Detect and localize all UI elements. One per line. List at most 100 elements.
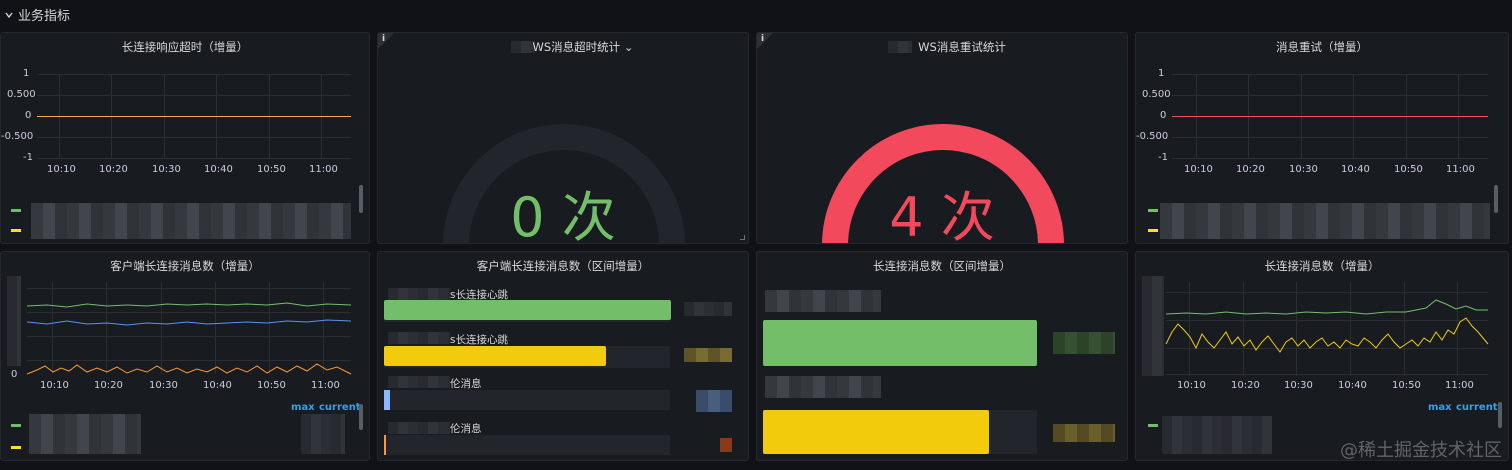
series-blue (26, 319, 352, 326)
legend-scrollbar[interactable] (359, 185, 363, 213)
legend-color (11, 446, 21, 449)
legend-scrollbar[interactable] (1494, 185, 1498, 213)
legend-max-header[interactable]: max (1428, 402, 1452, 413)
panel-message-retry[interactable]: 消息重试（增量） 1 0.500 0 -0.500 -1 10:10 10:20… (1135, 32, 1509, 244)
redacted-label-prefix (388, 376, 450, 388)
redacted-bar-label (765, 290, 881, 312)
bar-yellow (763, 410, 989, 454)
bar-green (384, 300, 671, 320)
row-header[interactable]: 业务指标 (0, 0, 1512, 28)
y-tick: 0 (25, 110, 32, 121)
series-orange (26, 363, 352, 375)
redacted-legend-values (301, 414, 345, 454)
panel-title: 消息重试（增量） (1276, 40, 1368, 54)
bar-green (763, 320, 1037, 366)
x-tick: 11:00 (311, 380, 340, 391)
legend-color (11, 424, 21, 427)
legend-scrollbar[interactable] (1498, 402, 1502, 428)
x-tick: 10:20 (94, 380, 123, 391)
x-tick: 10:20 (99, 164, 128, 175)
y-tick: 1 (23, 68, 30, 79)
gauge-value: 0 次 (510, 186, 616, 244)
bar-label: 伦消息 (450, 423, 482, 435)
x-tick: 10:30 (149, 380, 178, 391)
redacted-bar-value (720, 438, 732, 452)
zero-line-series (37, 116, 351, 117)
x-tick: 10:40 (1338, 380, 1367, 391)
redacted-label-prefix (388, 332, 450, 344)
redacted-label-prefix (388, 288, 450, 300)
redacted-legend (1160, 203, 1490, 239)
chevron-down-icon[interactable] (4, 9, 14, 19)
x-tick: 10:30 (1284, 380, 1313, 391)
redacted-bar-value (684, 348, 732, 362)
panel-title: 长连接消息数（增量） (1264, 259, 1380, 273)
gauge-value: 4 次 (889, 186, 995, 244)
panel-title[interactable]: WS消息超时统计 ⌄ (378, 39, 748, 55)
x-tick: 10:50 (257, 380, 286, 391)
x-tick: 11:00 (1445, 380, 1474, 391)
x-tick: 10:30 (152, 164, 181, 175)
y-tick: -0.500 (1, 131, 34, 142)
bar-label: 伦消息 (450, 378, 482, 390)
x-tick: 10:40 (1341, 164, 1370, 175)
redacted-bar-value (684, 302, 732, 316)
redacted-bar-value (1053, 332, 1115, 354)
panel-long-conn-messages[interactable]: 长连接消息数（增量） 10:10 10:20 10:30 10:40 10:50… (1135, 251, 1509, 461)
legend-color (11, 229, 21, 232)
panel-title: WS消息重试统计 (918, 40, 1006, 54)
resize-handle[interactable] (740, 235, 745, 240)
y-tick: 0.500 (7, 89, 36, 100)
bar-track (384, 435, 670, 455)
watermark: @稀土掘金技术社区 (1340, 440, 1502, 461)
x-tick: 10:40 (203, 380, 232, 391)
series-lines (26, 302, 352, 375)
panel-long-conn-timeout[interactable]: 长连接响应超时（增量） 1 0.500 0 -0.500 -1 10:10 10… (0, 32, 370, 244)
panel-ws-timeout-stat[interactable]: i WS消息超时统计 ⌄ 0 次 (377, 32, 749, 244)
series-green (1165, 299, 1488, 315)
bar-yellow (384, 346, 606, 366)
legend-max-header[interactable]: max (291, 402, 315, 413)
y-tick: -0.500 (1136, 131, 1169, 142)
x-tick: 10:10 (40, 380, 69, 391)
panel-title: 客户端长连接消息数（增量） (110, 259, 260, 273)
redacted-bar-value (696, 390, 732, 412)
series-green (26, 302, 352, 308)
x-tick: 10:20 (1236, 164, 1265, 175)
redacted-bar-label (765, 376, 881, 398)
panel-title: 长连接响应超时（增量） (121, 40, 249, 54)
legend-current-header[interactable]: current (319, 402, 361, 413)
panel-ws-retry-stat[interactable]: i WS消息重试统计 4 次 (756, 32, 1128, 244)
legend-color (1148, 209, 1158, 212)
redacted-bar-value (1053, 424, 1115, 442)
panel-client-long-conn-interval[interactable]: 客户端长连接消息数（区间增量） s长连接心跳 s长连接心跳 伦消息 伦消息 (377, 251, 749, 461)
legend-color (11, 209, 21, 212)
redacted-label-prefix (388, 422, 450, 434)
x-tick: 10:50 (257, 164, 286, 175)
bar-blue (384, 390, 390, 410)
y-tick: 0.500 (1142, 89, 1171, 100)
legend-color (1148, 229, 1158, 232)
x-tick: 11:00 (309, 164, 338, 175)
row-title: 业务指标 (18, 8, 71, 24)
x-tick: 11:00 (1446, 164, 1475, 175)
bar-orange (384, 435, 386, 455)
x-tick: 10:10 (1177, 380, 1206, 391)
y-tick: -1 (23, 152, 33, 163)
x-tick: 10:50 (1392, 380, 1421, 391)
x-tick: 10:10 (47, 164, 76, 175)
series-yellow (1165, 317, 1489, 353)
panel-title: 长连接消息数（区间增量） (873, 259, 1011, 273)
redacted-y-axis (1142, 276, 1164, 376)
x-tick: 10:10 (1184, 164, 1213, 175)
redacted-legend (31, 203, 351, 239)
x-tick: 10:30 (1289, 164, 1318, 175)
zero-line-series (1172, 116, 1488, 117)
panel-long-conn-interval[interactable]: 长连接消息数（区间增量） (756, 251, 1128, 461)
legend-color (1148, 424, 1158, 427)
legend-current-header[interactable]: current (1456, 402, 1498, 413)
x-tick: 10:20 (1231, 380, 1260, 391)
panel-client-long-conn-messages[interactable]: 客户端长连接消息数（增量） 0 10:10 10:20 10:30 10:40 … (0, 251, 370, 461)
legend-scrollbar[interactable] (359, 404, 363, 430)
panel-title: 客户端长连接消息数（区间增量） (476, 259, 650, 273)
